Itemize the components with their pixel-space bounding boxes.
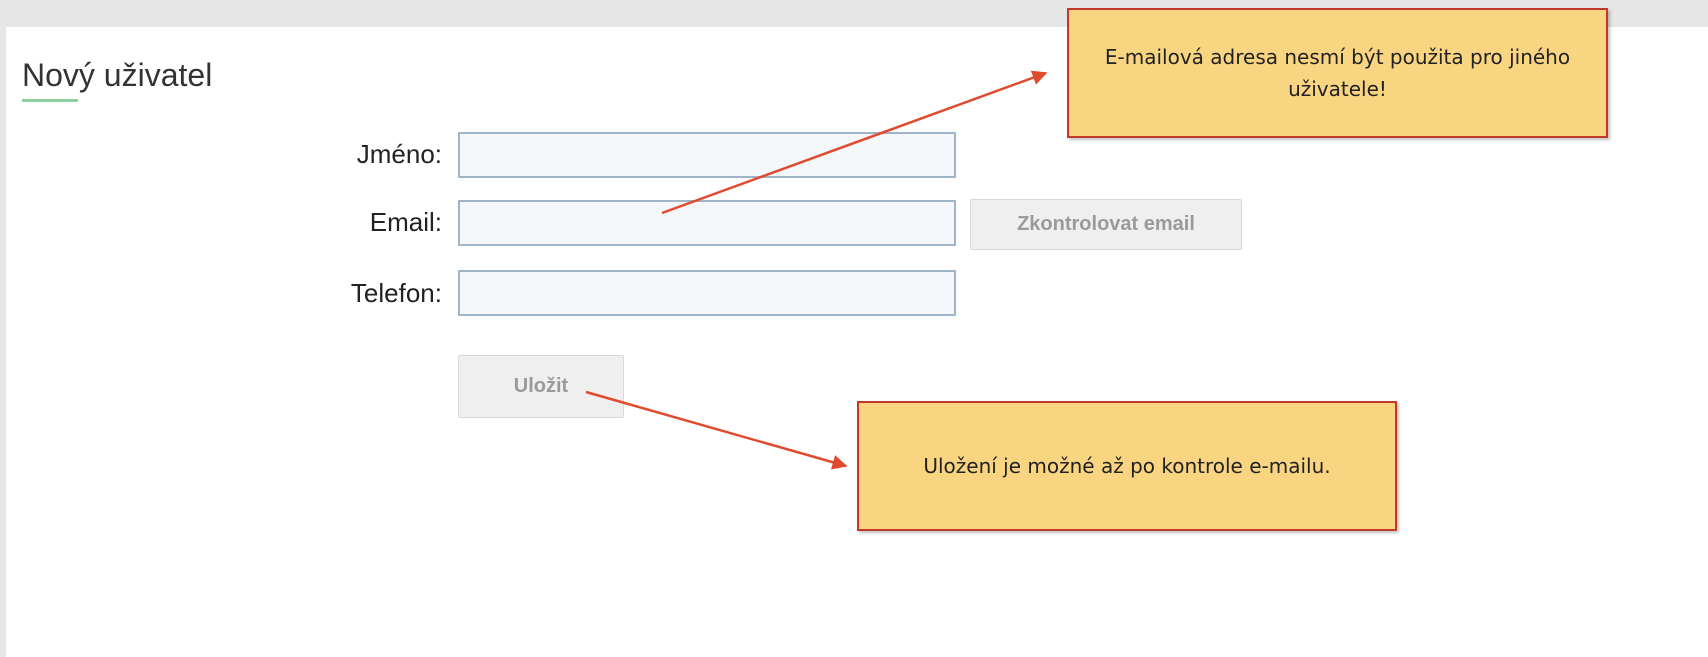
annotation-arrows (585, 70, 1048, 470)
email-arrow (661, 70, 1048, 215)
save-arrow (585, 390, 848, 470)
